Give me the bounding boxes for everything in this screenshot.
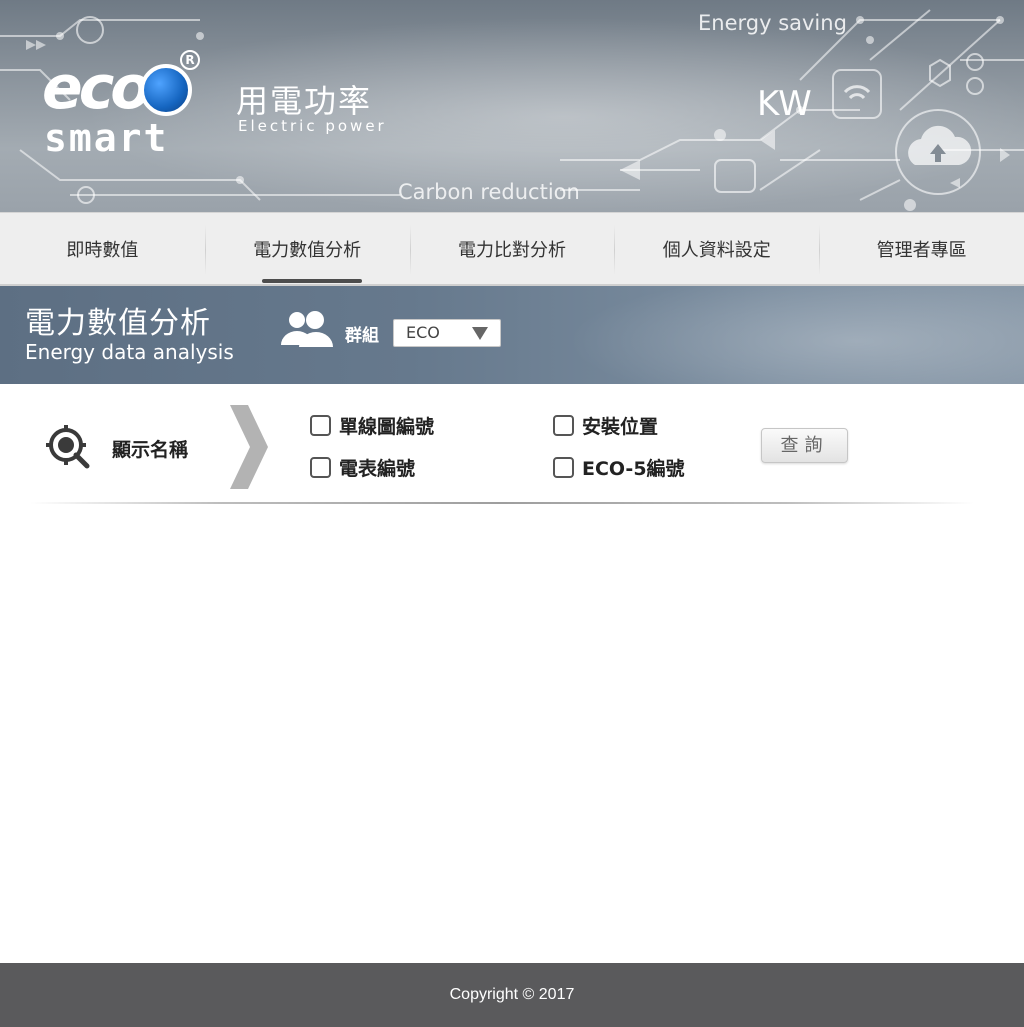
checkbox-label: 電表編號: [339, 458, 416, 480]
page-title: 電力數值分析: [25, 306, 211, 341]
tab-power-comparison-analysis[interactable]: 電力比對分析: [409, 213, 615, 285]
checkbox-box[interactable]: [310, 457, 331, 478]
filter-panel: 顯示名稱 單線圖編號 安裝位置 電表編號 ECO-5編號 查詢: [0, 384, 1024, 510]
energy-saving-text: Energy saving: [698, 11, 847, 35]
checkbox-box[interactable]: [310, 415, 331, 436]
checkbox-meter-no[interactable]: 電表編號: [310, 454, 415, 481]
tab-realtime-values[interactable]: 即時數值: [0, 213, 205, 285]
header-title: 用電功率: [236, 82, 373, 120]
checkbox-eco5-no[interactable]: ECO-5編號: [553, 454, 685, 481]
checkbox-label: 安裝位置: [582, 416, 659, 438]
checkbox-box[interactable]: [553, 457, 574, 478]
footer: Copyright © 2017: [0, 963, 1024, 1027]
group-users-icon: [281, 311, 333, 347]
registered-mark: R: [180, 50, 200, 70]
section-banner: 電力數值分析 Energy data analysis 群組 ECO: [0, 286, 1024, 384]
banner-background: [544, 286, 1024, 384]
unit-label: KW: [757, 84, 812, 124]
chevron-right-icon: [230, 405, 268, 489]
header-banner: eco R smart 用電功率 Electric power Energy s…: [0, 0, 1024, 212]
main-nav: 即時數值 電力數值分析 電力比對分析 個人資料設定 管理者專區: [0, 212, 1024, 286]
header-subtitle: Electric power: [238, 117, 387, 135]
checkbox-label: 單線圖編號: [339, 416, 435, 438]
copyright-text: Copyright © 2017: [449, 986, 575, 1003]
caret-down-icon: [472, 327, 488, 340]
tab-admin-area[interactable]: 管理者專區: [819, 213, 1024, 285]
checkbox-install-location[interactable]: 安裝位置: [553, 412, 658, 439]
checkbox-box[interactable]: [553, 415, 574, 436]
checkbox-single-line-diagram-no[interactable]: 單線圖編號: [310, 412, 434, 439]
tab-personal-settings[interactable]: 個人資料設定: [614, 213, 819, 285]
group-select-value: ECO: [406, 323, 440, 342]
carbon-reduction-text: Carbon reduction: [398, 180, 580, 204]
logo-eco-text: eco: [42, 53, 152, 123]
logo-smart-text: smart: [44, 116, 169, 160]
page-subtitle: Energy data analysis: [25, 340, 234, 364]
filter-divider: [30, 502, 974, 504]
tab-power-data-analysis[interactable]: 電力數值分析: [204, 213, 410, 285]
group-label: 群組: [345, 326, 379, 346]
display-name-label: 顯示名稱: [112, 439, 189, 461]
eco-smart-logo: eco R smart: [42, 50, 202, 162]
globe-icon: [140, 64, 192, 116]
magnifier-search-icon: [46, 425, 90, 469]
query-button[interactable]: 查詢: [761, 428, 848, 463]
checkbox-label: ECO-5編號: [582, 458, 685, 480]
group-select[interactable]: ECO: [393, 319, 501, 347]
